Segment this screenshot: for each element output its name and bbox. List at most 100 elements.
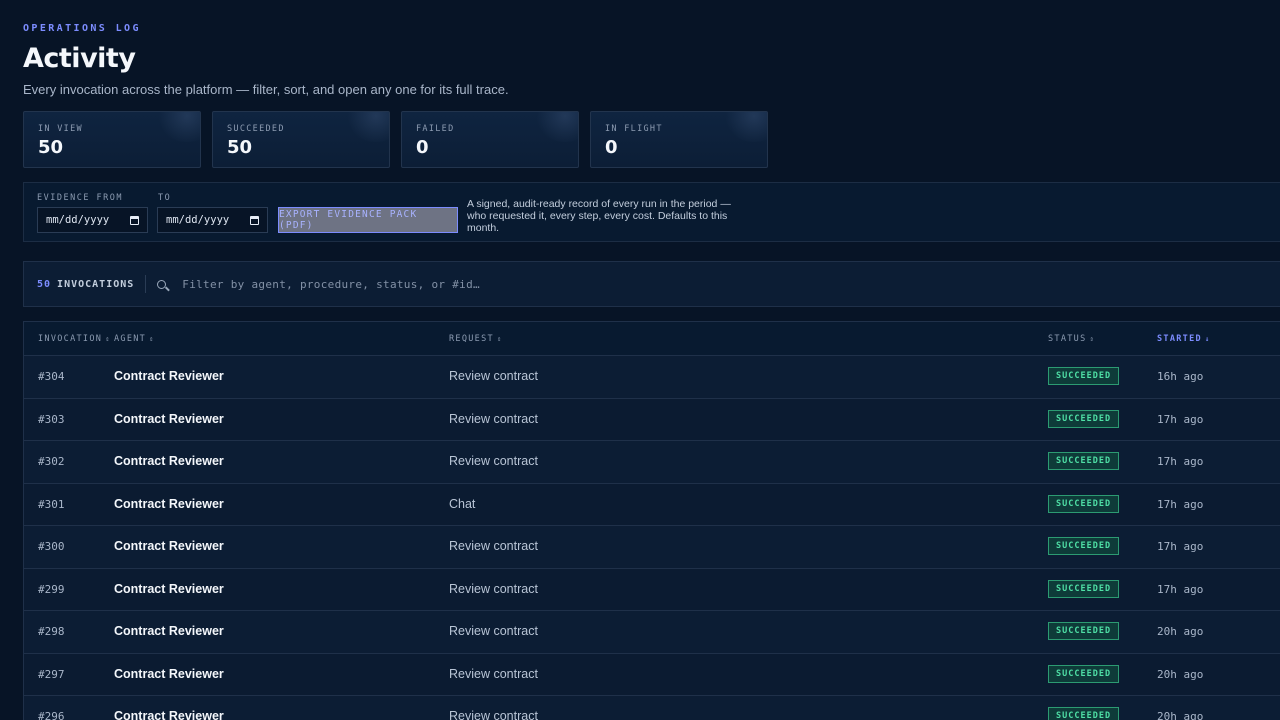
agent-name: Contract Reviewer xyxy=(114,666,224,681)
sort-icon: ⇕ xyxy=(105,335,111,343)
table-row[interactable]: #301 Contract Reviewer Chat SUCCEEDED 17… xyxy=(24,483,1280,526)
started-time: 17h ago xyxy=(1157,497,1204,511)
request-name: Review contract xyxy=(449,411,538,426)
calendar-icon[interactable] xyxy=(250,215,259,225)
export-evidence-pack-button[interactable]: EXPORT EVIDENCE PACK (PDF) xyxy=(278,207,458,233)
status-badge: SUCCEEDED xyxy=(1048,579,1120,598)
agent-name: Contract Reviewer xyxy=(114,709,224,720)
invocation-id: #296 xyxy=(38,710,65,720)
started-time: 16h ago xyxy=(1157,370,1204,383)
status-badge: SUCCEEDED xyxy=(1048,622,1120,640)
agent-name: Contract Reviewer xyxy=(114,581,224,596)
evidence-panel: EVIDENCE FROM TO mm/dd/yyyy mm/dd/yyyy E… xyxy=(23,182,1280,242)
search-input[interactable] xyxy=(180,276,1280,292)
invocation-id: #303 xyxy=(38,412,65,426)
column-header-label: STATUS xyxy=(1048,334,1087,344)
column-header-label: AGENT xyxy=(114,334,147,344)
page-title: Activity xyxy=(23,43,136,74)
table-row[interactable]: #300 Contract Reviewer Review contract S… xyxy=(24,526,1280,569)
invocations-table: INVOCATION ⇕ AGENT ⇕ REQUEST ⇕ STATUS ⇕ STAR… xyxy=(23,321,1280,720)
stat-in-flight: IN FLIGHT 0 xyxy=(590,111,768,168)
stat-value: 0 xyxy=(416,137,429,158)
table-row[interactable]: #304 Contract Reviewer Review contract S… xyxy=(24,356,1280,399)
evidence-to-date-input[interactable]: mm/dd/yyyy xyxy=(157,207,268,233)
invocation-count: 50 INVOCATIONS xyxy=(37,279,134,290)
status-badge: SUCCEEDED xyxy=(1048,452,1120,470)
eyebrow: OPERATIONS LOG xyxy=(23,23,141,34)
column-header-label: INVOCATION xyxy=(38,334,103,344)
request-name: Review contract xyxy=(449,454,538,468)
evidence-from-label: EVIDENCE FROM xyxy=(37,193,124,203)
stat-value: 50 xyxy=(227,137,253,158)
evidence-from-date-input[interactable]: mm/dd/yyyy xyxy=(37,207,148,233)
agent-name: Contract Reviewer xyxy=(114,496,224,511)
page-subtitle: Every invocation across the platform — f… xyxy=(23,82,509,97)
invocation-id: #301 xyxy=(38,497,65,511)
column-header-status[interactable]: STATUS ⇕ xyxy=(1048,334,1095,344)
stats-row: IN VIEW 50 SUCCEEDED 50 FAILED 0 IN FLIG… xyxy=(23,111,768,168)
table-row[interactable]: #297 Contract Reviewer Review contract S… xyxy=(24,653,1280,696)
invocation-id: #300 xyxy=(38,540,65,553)
status-badge: SUCCEEDED xyxy=(1048,409,1120,428)
request-name: Review contract xyxy=(449,709,538,720)
activity-page: OPERATIONS LOG Activity Every invocation… xyxy=(0,0,1280,720)
calendar-icon[interactable] xyxy=(130,215,139,225)
divider xyxy=(145,275,147,293)
agent-name: Contract Reviewer xyxy=(114,369,224,383)
date-value: mm/dd/yyyy xyxy=(46,214,110,226)
evidence-to-label: TO xyxy=(158,193,172,203)
column-header-label: STARTED xyxy=(1157,334,1202,344)
sort-icon: ⇕ xyxy=(149,335,155,343)
filter-bar: 50 INVOCATIONS xyxy=(23,261,1280,307)
stat-succeeded: SUCCEEDED 50 xyxy=(212,111,390,168)
table-row[interactable]: #303 Contract Reviewer Review contract S… xyxy=(24,398,1280,441)
search-icon xyxy=(157,279,167,289)
started-time: 20h ago xyxy=(1157,710,1204,720)
agent-name: Contract Reviewer xyxy=(114,454,224,468)
request-name: Chat xyxy=(449,496,476,511)
invocation-count-number: 50 xyxy=(37,278,52,290)
started-time: 17h ago xyxy=(1157,582,1204,596)
started-time: 17h ago xyxy=(1157,540,1204,553)
column-header-started[interactable]: STARTED ↓ xyxy=(1157,334,1210,344)
started-time: 20h ago xyxy=(1157,625,1204,638)
table-row[interactable]: #296 Contract Reviewer Review contract S… xyxy=(24,696,1280,720)
invocation-id: #299 xyxy=(38,582,65,596)
agent-name: Contract Reviewer xyxy=(114,539,224,553)
invocation-id: #297 xyxy=(38,667,65,681)
status-badge: SUCCEEDED xyxy=(1048,707,1120,720)
request-name: Review contract xyxy=(449,539,538,553)
status-badge: SUCCEEDED xyxy=(1048,664,1120,683)
started-time: 17h ago xyxy=(1157,455,1204,468)
column-header-invocation[interactable]: INVOCATION ⇕ xyxy=(38,334,111,344)
stat-label: IN FLIGHT xyxy=(605,124,663,134)
started-time: 20h ago xyxy=(1157,667,1204,681)
table-row[interactable]: #299 Contract Reviewer Review contract S… xyxy=(24,568,1280,611)
request-name: Review contract xyxy=(449,624,538,638)
stat-value: 0 xyxy=(605,137,618,158)
stat-label: FAILED xyxy=(416,124,455,134)
column-header-request[interactable]: REQUEST ⇕ xyxy=(449,334,502,344)
started-time: 17h ago xyxy=(1157,412,1204,426)
sort-icon: ⇕ xyxy=(1089,335,1096,343)
stat-label: IN VIEW xyxy=(38,124,83,134)
invocation-count-label: INVOCATIONS xyxy=(57,278,135,290)
sort-down-icon: ↓ xyxy=(1204,335,1211,343)
stat-failed: FAILED 0 xyxy=(401,111,579,168)
date-value: mm/dd/yyyy xyxy=(166,214,230,226)
table-body: #304 Contract Reviewer Review contract S… xyxy=(24,356,1280,720)
table-header: INVOCATION ⇕ AGENT ⇕ REQUEST ⇕ STATUS ⇕ STAR… xyxy=(24,322,1280,356)
column-header-label: REQUEST xyxy=(449,334,494,344)
table-row[interactable]: #302 Contract Reviewer Review contract S… xyxy=(24,441,1280,484)
invocation-id: #302 xyxy=(38,455,65,468)
stat-in-view: IN VIEW 50 xyxy=(23,111,201,168)
invocation-id: #298 xyxy=(38,625,65,638)
column-header-agent[interactable]: AGENT ⇕ xyxy=(114,334,155,344)
status-badge: SUCCEEDED xyxy=(1048,494,1120,513)
agent-name: Contract Reviewer xyxy=(114,411,224,426)
stat-value: 50 xyxy=(38,137,64,158)
status-badge: SUCCEEDED xyxy=(1048,537,1120,555)
table-row[interactable]: #298 Contract Reviewer Review contract S… xyxy=(24,611,1280,654)
stat-label: SUCCEEDED xyxy=(227,124,285,134)
evidence-help-text: A signed, audit-ready record of every ru… xyxy=(467,198,731,234)
